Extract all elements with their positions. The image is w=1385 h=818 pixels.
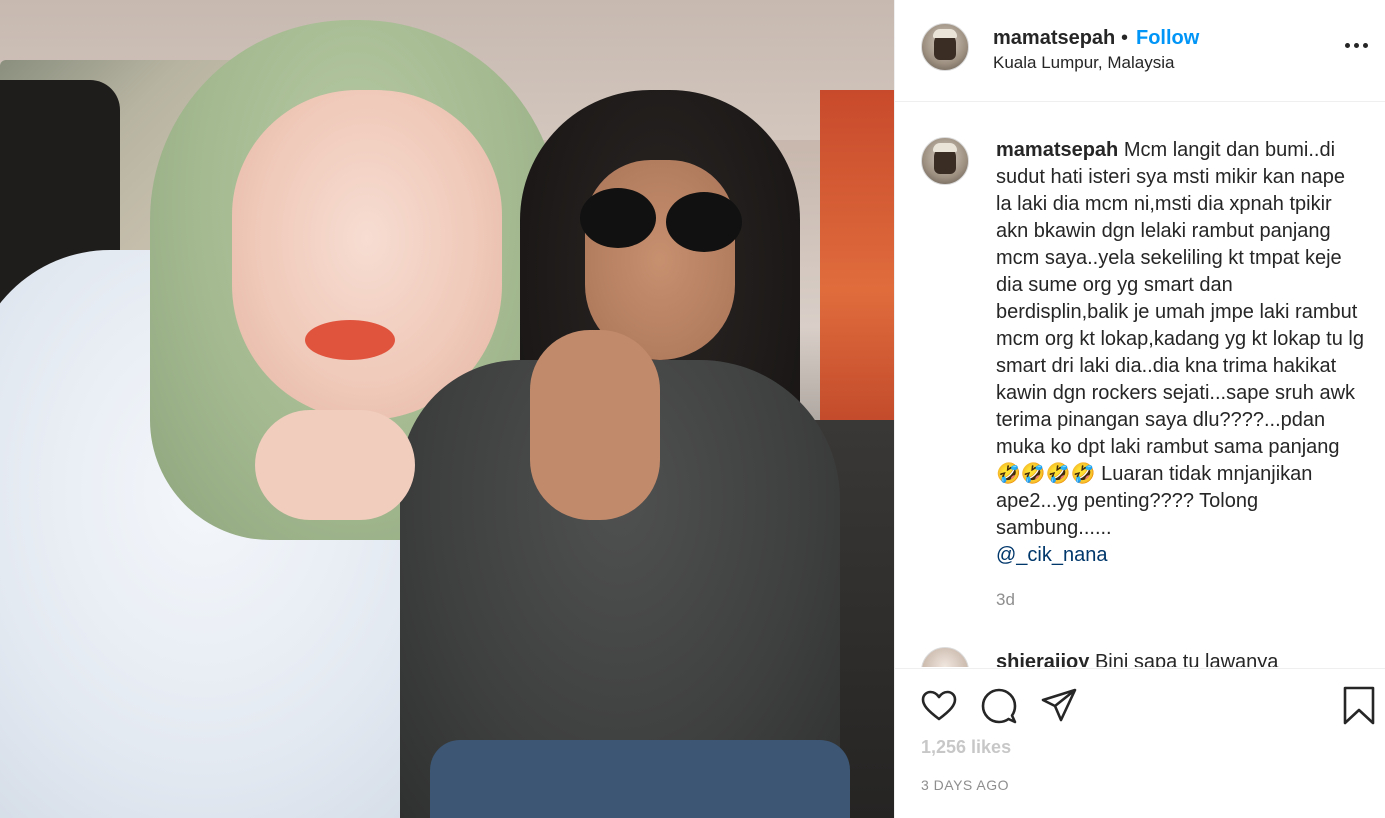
post-photo[interactable]: [0, 0, 894, 818]
comment-username[interactable]: shierajjoy: [996, 651, 1089, 667]
action-bar: 1,256 likes 3 DAYS AGO: [895, 668, 1385, 818]
heart-icon[interactable]: [919, 686, 959, 726]
comment-item: shierajjoy Bini sapa tu lawanya: [996, 651, 1278, 667]
commenter-avatar[interactable]: [921, 647, 969, 667]
woman-face: [232, 90, 502, 420]
post-header: mamatsepah • Follow Kuala Lumpur, Malays…: [895, 0, 1385, 102]
caption-text: Mcm langit dan bumi..di sudut hati ister…: [996, 139, 1364, 539]
man-jeans: [430, 740, 850, 818]
man-arm: [530, 330, 660, 520]
post-date[interactable]: 3 DAYS AGO: [921, 777, 1009, 793]
header-separator: •: [1121, 27, 1129, 49]
post-side-panel: mamatsepah • Follow Kuala Lumpur, Malays…: [894, 0, 1385, 818]
post-caption: mamatsepah Mcm langit dan bumi..di sudut…: [996, 137, 1366, 569]
likes-count[interactable]: 1,256 likes: [921, 737, 1011, 758]
sunglasses-right-lens: [666, 192, 742, 252]
profile-avatar[interactable]: [921, 23, 969, 71]
sunglasses-left-lens: [580, 188, 656, 248]
caption-avatar[interactable]: [921, 137, 969, 185]
more-dot: [1363, 43, 1368, 48]
comment-icon[interactable]: [979, 686, 1019, 726]
avatar-cap: [933, 29, 957, 38]
bookmark-icon[interactable]: [1339, 686, 1379, 726]
caption-timestamp[interactable]: 3d: [996, 590, 1015, 610]
avatar-cap: [933, 143, 957, 152]
woman-hand: [255, 410, 415, 520]
comments-section[interactable]: mamatsepah Mcm langit dan bumi..di sudut…: [895, 103, 1385, 667]
share-icon[interactable]: [1039, 686, 1079, 726]
follow-button[interactable]: Follow: [1136, 27, 1199, 50]
caption-mention[interactable]: @_cik_nana: [996, 542, 1366, 569]
post-location[interactable]: Kuala Lumpur, Malaysia: [993, 53, 1174, 73]
caption-username[interactable]: mamatsepah: [996, 139, 1118, 161]
comment-text: Bini sapa tu lawanya: [1094, 651, 1279, 667]
woman-lips: [305, 320, 395, 360]
header-username[interactable]: mamatsepah: [993, 27, 1115, 50]
more-dot: [1354, 43, 1359, 48]
more-options-icon[interactable]: [1343, 30, 1371, 58]
more-dot: [1345, 43, 1350, 48]
